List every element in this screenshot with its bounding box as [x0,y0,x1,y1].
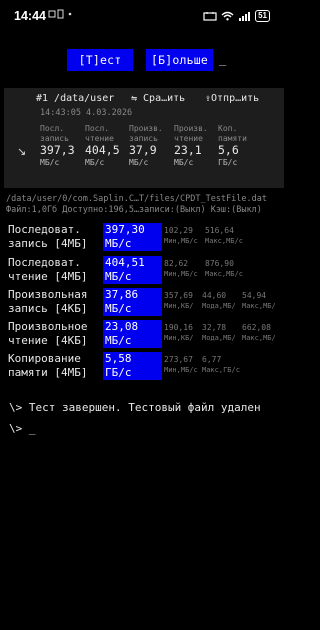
console-prompt[interactable]: \> _ [9,422,36,435]
benchmark-stat: 102,29 Мин,МБ/с [164,226,198,245]
test-button[interactable]: [T]ест [67,49,133,71]
metric-seq-write: Посл. запись 397,3 МБ/с [40,124,90,168]
benchmark-label: Последоват. [8,223,81,236]
metric-header: Коп. [218,124,238,133]
benchmark-value: 37,86 [105,288,139,301]
benchmark-unit: МБ/с [105,302,132,315]
status-bar: 14:44 51 [0,0,284,32]
test-file-path: /data/user/0/com.Saplin.C…T/files/CPDT_T… [6,194,267,204]
wifi-icon [221,11,234,21]
metric-unit: МБ/с [40,158,60,167]
benchmark-value: 5,58 [105,352,132,365]
benchmark-label: Произвольное [8,320,88,333]
console-message: \> Тест завершен. Тестовый файл удален [9,401,261,414]
benchmark-stat: 273,67 Мин,МБ/с [164,355,198,374]
benchmark-unit: МБ/с [105,270,132,283]
benchmark-stat: 357,69 Мин,КБ/ [164,291,194,310]
metric-rand-read: Произв. чтение 23,1 МБ/с [174,124,224,168]
metric-unit: МБ/с [129,158,149,167]
metric-header: Посл. [85,124,110,133]
metric-unit: ГБ/с [218,158,238,167]
benchmark-stat: 190,16 Мин,КБ/ [164,323,194,342]
metric-value: 397,3 [40,143,75,157]
more-button[interactable]: [Б]ольше [146,49,213,71]
benchmark-value: 397,30 [105,223,145,236]
compare-button[interactable]: ⇋ Сра…ить [131,93,185,104]
status-right-icons: 51 [203,10,270,22]
benchmark-row-mem-copy: Копирование памяти [4МБ] 5,58 ГБ/с 273,67 М… [6,352,282,380]
metric-value: 5,6 [218,143,239,157]
benchmark-row-rand-read: Произвольное чтение [4КБ] 23,08 МБ/с 190,1… [6,320,282,348]
metric-header: Произв. [129,124,163,133]
metric-unit: МБ/с [85,158,105,167]
metric-value: 23,1 [174,143,202,157]
benchmark-row-rand-write: Произвольная запись [4КБ] 37,86 МБ/с 357,6… [6,288,282,316]
status-time: 14:44 [14,9,46,23]
benchmark-stat: 516,64 Макс,МБ/с [205,226,243,245]
benchmark-stat: 54,94 Макс,МБ/ [242,291,276,310]
metric-header: Произв. [174,124,208,133]
metric-mem-copy: Коп. памяти 5,6 ГБ/с [218,124,268,168]
benchmark-label: запись [4МБ] [8,237,88,250]
arrow-down-right-icon: ↘ [17,145,27,158]
benchmark-unit: МБ/с [105,237,132,250]
benchmark-stat: 32,78 Мода,МБ/ [202,323,236,342]
notification-icon [48,9,72,19]
metric-unit: МБ/с [174,158,194,167]
metric-rand-write: Произв. запись 37,9 МБ/с [129,124,179,168]
benchmark-label: запись [4КБ] [8,302,88,315]
metric-value: 404,5 [85,143,120,157]
result-title: #1 /data/user [36,93,115,104]
result-card-header: #1 /data/user ⇋ Сра…ить ⇪Отпр…ить [36,93,259,104]
benchmark-label: Копирование [8,352,81,365]
mobile-signal-icon [239,12,251,21]
benchmark-stat: 662,08 Макс,МБ/ [242,323,276,342]
send-button[interactable]: ⇪Отпр…ить [205,93,259,104]
benchmark-label: памяти [4МБ] [8,366,88,379]
benchmark-label: чтение [4КБ] [8,334,88,347]
alarm-icon [203,12,217,21]
benchmark-stat: 82,62 Мин,МБ/с [164,259,198,278]
test-file-info: Файл:1,0Гб Доступно:196,5…записи:(Выкл) … [6,205,262,215]
benchmark-stat: 6,77 Макс,ГБ/с [202,355,240,374]
benchmark-row-seq-read: Последоват. чтение [4МБ] 404,51 МБ/с 82,62… [6,256,282,284]
benchmark-value: 23,08 [105,320,139,333]
benchmark-unit: МБ/с [105,334,132,347]
benchmark-label: Последоват. [8,256,81,269]
prompt-cursor: _ [219,52,227,66]
metric-seq-read: Посл. чтение 404,5 МБ/с [85,124,135,168]
benchmark-label: чтение [4МБ] [8,270,88,283]
result-datetime: 14:43:05 4.03.2026 [40,108,133,118]
benchmark-stat: 44,60 Мода,МБ/ [202,291,236,310]
battery-icon: 51 [255,10,270,22]
notification-icons [48,9,76,22]
metric-value: 37,9 [129,143,157,157]
metric-header: Посл. [40,124,65,133]
benchmark-label: Произвольная [8,288,88,301]
benchmark-stat: 876,90 Макс,МБ/с [205,259,243,278]
benchmark-value: 404,51 [105,256,145,269]
benchmark-unit: ГБ/с [105,366,132,379]
benchmark-row-seq-write: Последоват. запись [4МБ] 397,30 МБ/с 102,2… [6,223,282,251]
